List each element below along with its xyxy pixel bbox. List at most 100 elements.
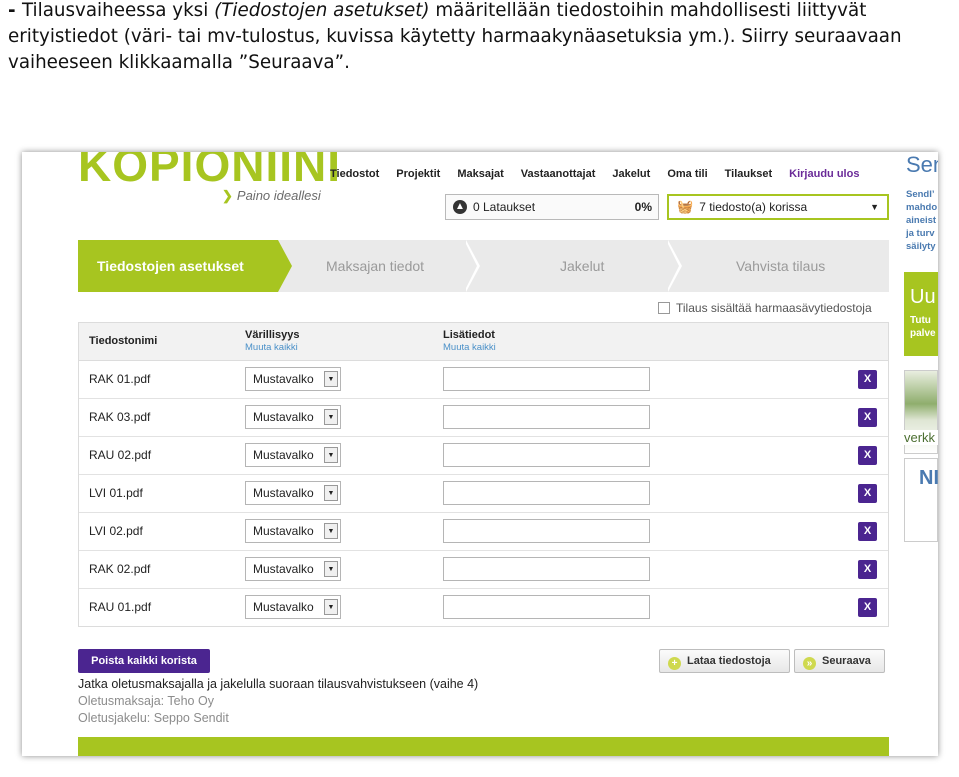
promo-box-2-title: NI [919, 467, 938, 489]
extra-info-input[interactable] [443, 443, 650, 467]
color-select[interactable]: Mustavalko ▼ [245, 367, 341, 391]
default-delivery: Oletusjakelu: Seppo Sendit [78, 711, 229, 725]
color-select[interactable]: Mustavalko ▼ [245, 405, 341, 429]
continue-default-link[interactable]: Jatka oletusmaksajalla ja jakelulla suor… [78, 677, 478, 691]
table-row: RAK 02.pdf Mustavalko ▼ X [79, 551, 888, 589]
remove-file-button[interactable]: X [858, 522, 877, 541]
step-payer: Maksajan tiedot [326, 258, 425, 274]
table-row: RAU 01.pdf Mustavalko ▼ X [79, 589, 888, 626]
dropdown-arrow-icon: ▼ [870, 202, 879, 212]
color-value: Mustavalko [253, 524, 314, 538]
nav-tiedostot[interactable]: Tiedostot [330, 168, 379, 180]
select-arrow-icon: ▼ [324, 447, 338, 463]
nav-projektit[interactable]: Projektit [396, 168, 440, 180]
footer-bar [78, 737, 889, 756]
color-value: Mustavalko [253, 562, 314, 576]
default-payer: Oletusmaksaja: Teho Oy [78, 694, 214, 708]
change-all-color-link[interactable]: Muuta kaikki [245, 342, 299, 353]
color-select[interactable]: Mustavalko ▼ [245, 519, 341, 543]
col-extra-label: Lisätiedot [443, 329, 495, 341]
col-color: Värillisyys Muuta kaikki [245, 329, 299, 353]
remove-file-button[interactable]: X [858, 446, 877, 465]
nav-vastaanottajat[interactable]: Vastaanottajat [521, 168, 596, 180]
next-label: Seuraava [822, 655, 871, 667]
remove-all-button[interactable]: Poista kaikki korista [78, 649, 210, 673]
step-file-settings: Tiedostojen asetukset [78, 240, 292, 292]
basket-icon: 🧺 [677, 199, 694, 214]
cart-dropdown[interactable]: 🧺 7 tiedosto(a) korissa ▼ [667, 194, 889, 220]
color-value: Mustavalko [253, 410, 314, 424]
next-button[interactable]: » Seuraava [794, 649, 885, 673]
color-value: Mustavalko [253, 448, 314, 462]
remove-file-button[interactable]: X [858, 598, 877, 617]
color-select[interactable]: Mustavalko ▼ [245, 443, 341, 467]
extra-info-input[interactable] [443, 557, 650, 581]
extra-info-input[interactable] [443, 367, 650, 391]
promo-title: Uu [910, 286, 936, 308]
nav-logout[interactable]: Kirjaudu ulos [789, 168, 859, 180]
table-row: LVI 02.pdf Mustavalko ▼ X [79, 513, 888, 551]
intro-step-name: Tilausvaiheessa yksi [21, 0, 209, 21]
promo-box[interactable]: Uu Tutu palve [904, 272, 938, 356]
extra-info-input[interactable] [443, 481, 650, 505]
main-nav: Tiedostot Projektit Maksajat Vastaanotta… [330, 168, 859, 180]
promo-text: Tutu palve [910, 315, 936, 339]
col-extra: Lisätiedot Muuta kaikki [443, 329, 496, 353]
file-name: RAU 02.pdf [89, 448, 152, 462]
sidebar-text: SendI’ mahdo aineist ja turv säilyty [906, 189, 938, 252]
select-arrow-icon: ▼ [324, 599, 338, 615]
promo-box-2[interactable]: NI [904, 458, 938, 542]
remove-file-button[interactable]: X [858, 408, 877, 427]
step-divider [666, 240, 679, 292]
file-name: RAU 01.pdf [89, 600, 152, 614]
uploads-percent: 0% [634, 200, 652, 214]
table-row: RAK 03.pdf Mustavalko ▼ X [79, 399, 888, 437]
table-header: Tiedostonimi Värillisyys Muuta kaikki Lis… [79, 323, 888, 361]
intro-italic: (Tiedostojen asetukset) [214, 0, 430, 21]
extra-info-input[interactable] [443, 595, 650, 619]
files-table: Tiedostonimi Värillisyys Muuta kaikki Lis… [78, 322, 889, 627]
nav-maksajat[interactable]: Maksajat [457, 168, 503, 180]
next-arrow-icon: » [803, 657, 816, 670]
remove-file-button[interactable]: X [858, 370, 877, 389]
grayscale-label: Tilaus sisältää harmaasävytiedostoja [676, 301, 872, 315]
remove-file-button[interactable]: X [858, 484, 877, 503]
color-select[interactable]: Mustavalko ▼ [245, 557, 341, 581]
color-value: Mustavalko [253, 486, 314, 500]
upload-files-label: Lataa tiedostoja [687, 655, 771, 667]
remove-file-button[interactable]: X [858, 560, 877, 579]
image-caption: verkk [904, 430, 938, 445]
dash: - [8, 0, 22, 21]
order-steps: Tiedostojen asetukset Maksajan tiedot Ja… [78, 240, 889, 292]
select-arrow-icon: ▼ [324, 409, 338, 425]
screenshot-frame: KOPIONIINI ❯ Paino ideallesi Tiedostot Pr… [22, 152, 938, 756]
uploads-indicator[interactable]: ▲ 0 Lataukset 0% [445, 194, 659, 220]
table-row: RAU 02.pdf Mustavalko ▼ X [79, 437, 888, 475]
upload-files-button[interactable]: + Lataa tiedostoja [659, 649, 790, 673]
extra-info-input[interactable] [443, 405, 650, 429]
plus-icon: + [668, 657, 681, 670]
nav-tilaukset[interactable]: Tilaukset [725, 168, 773, 180]
table-row: LVI 01.pdf Mustavalko ▼ X [79, 475, 888, 513]
col-color-label: Värillisyys [245, 329, 300, 341]
change-all-extra-link[interactable]: Muuta kaikki [443, 342, 496, 353]
extra-info-input[interactable] [443, 519, 650, 543]
file-name: RAK 03.pdf [89, 410, 151, 424]
step-delivery: Jakelut [560, 258, 605, 274]
grayscale-checkbox[interactable] [658, 302, 670, 314]
file-name: LVI 02.pdf [89, 524, 143, 538]
step-divider [464, 240, 477, 292]
right-sidebar: Sen SendI’ mahdo aineist ja turv säilyty… [904, 152, 938, 756]
nav-jakelut[interactable]: Jakelut [612, 168, 650, 180]
color-select[interactable]: Mustavalko ▼ [245, 481, 341, 505]
select-arrow-icon: ▼ [324, 561, 338, 577]
chevron-right-icon: ❯ [222, 188, 233, 203]
cart-label: 7 tiedosto(a) korissa [699, 200, 808, 214]
grayscale-option[interactable]: Tilaus sisältää harmaasävytiedostoja [658, 301, 872, 315]
col-filename: Tiedostonimi [89, 335, 158, 347]
tagline-text: Paino ideallesi [236, 188, 321, 203]
file-name: RAK 01.pdf [89, 372, 151, 386]
color-select[interactable]: Mustavalko ▼ [245, 595, 341, 619]
sidebar-heading: Sen [906, 152, 938, 177]
nav-oma-tili[interactable]: Oma tili [667, 168, 707, 180]
